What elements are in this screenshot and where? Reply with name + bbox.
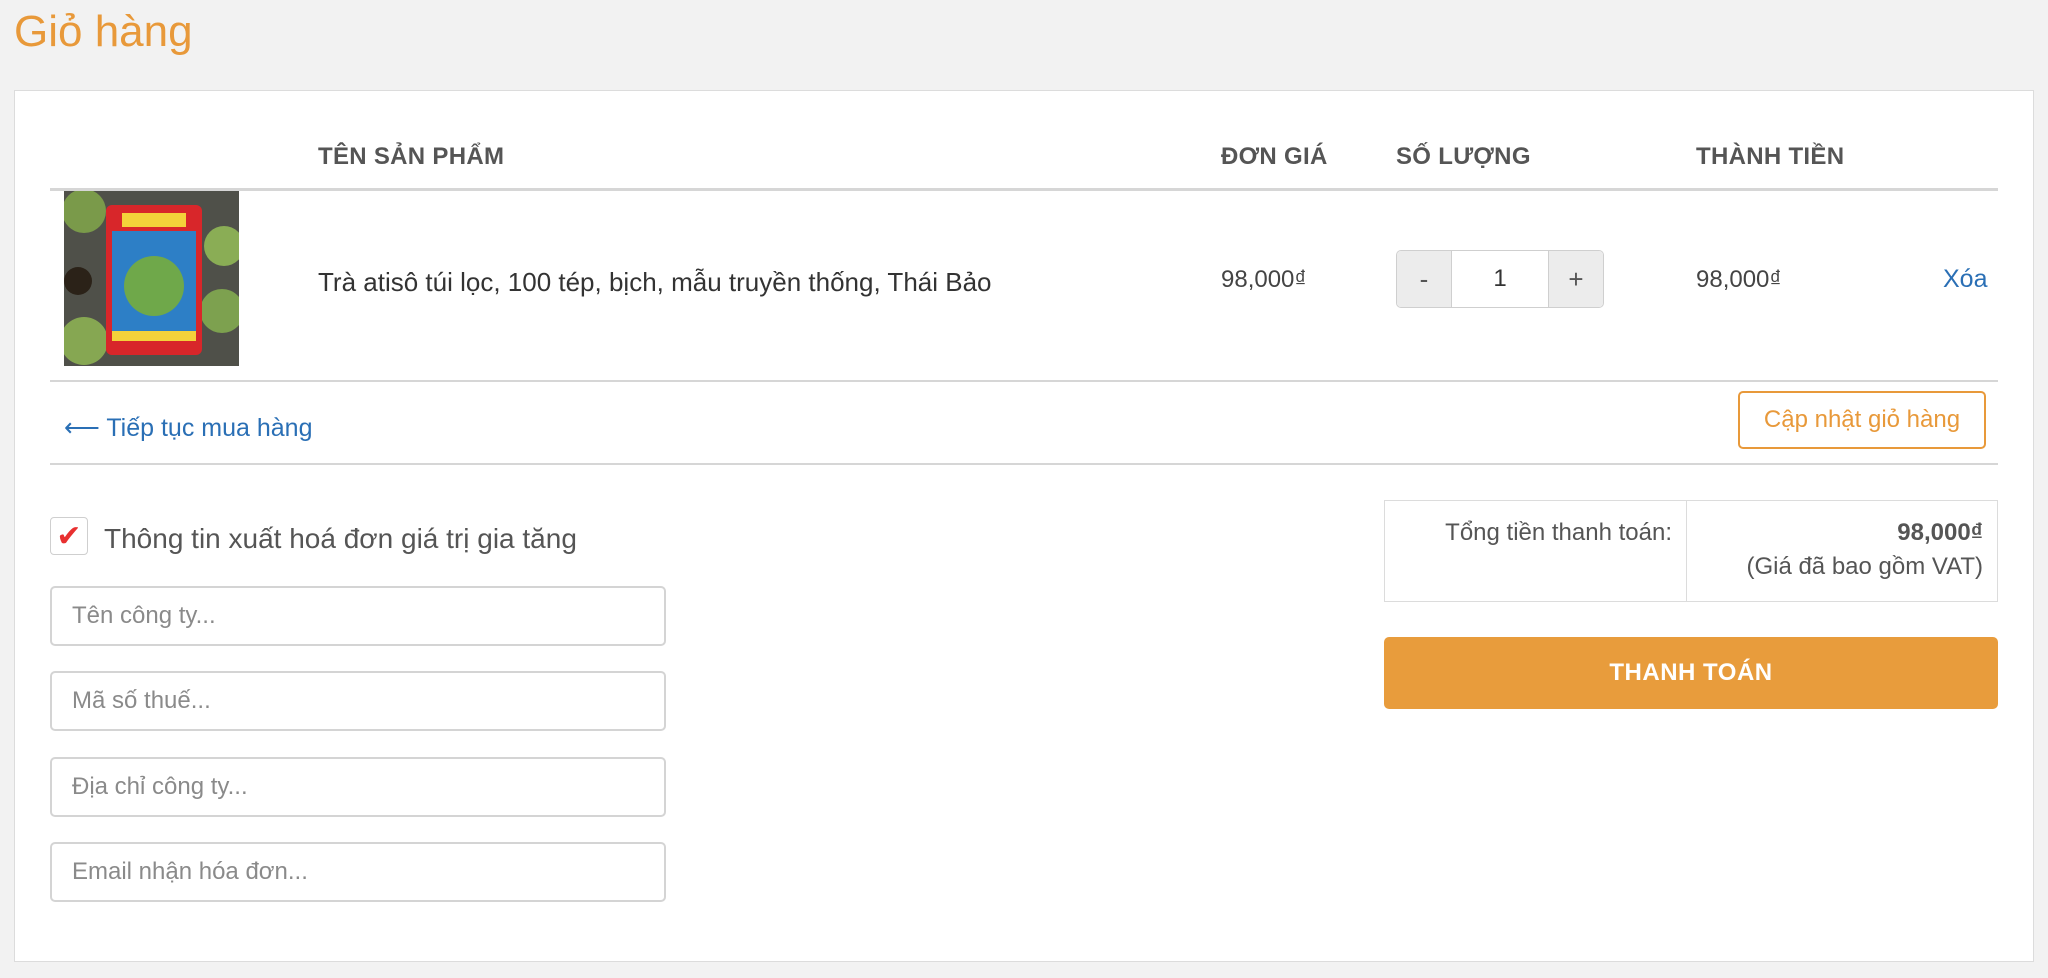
header-unit-price: ĐƠN GIÁ [1221, 143, 1328, 170]
quantity-input[interactable]: 1 [1452, 251, 1548, 307]
vat-invoice-label: Thông tin xuất hoá đơn giá trị gia tăng [104, 523, 577, 554]
company-address-input[interactable] [50, 757, 666, 817]
tax-code-input[interactable] [50, 671, 666, 731]
order-summary: Tổng tiền thanh toán: 98,000₫ (Giá đã ba… [1384, 500, 1998, 602]
total-amount: 98,000₫ [1897, 519, 1983, 546]
decrease-quantity-button[interactable]: - [1397, 251, 1452, 307]
row-subtotal: 98,000₫ [1696, 266, 1782, 293]
header-product: TÊN SẢN PHẨM [318, 143, 505, 170]
remove-item-link[interactable]: Xóa [1943, 265, 1987, 294]
header-subtotal: THÀNH TIỀN [1696, 143, 1845, 170]
company-name-input[interactable] [50, 586, 666, 646]
invoice-email-input[interactable] [50, 842, 666, 902]
update-cart-button[interactable]: Cập nhật giỏ hàng [1738, 391, 1986, 449]
page-title: Giỏ hàng [14, 7, 193, 56]
total-amount-cell: 98,000₫ (Giá đã bao gồm VAT) [1687, 501, 1997, 601]
continue-shopping-link[interactable]: ⟵ Tiếp tục mua hàng [64, 413, 312, 443]
checkmark-icon: ✔ [56, 519, 82, 553]
unit-price: 98,000₫ [1221, 266, 1307, 293]
product-image[interactable] [64, 191, 239, 366]
vat-invoice-checkbox[interactable]: ✔ [50, 517, 88, 555]
actions-divider [50, 463, 1998, 465]
checkout-button[interactable]: THANH TOÁN [1384, 637, 1998, 709]
row-divider [50, 380, 1998, 382]
quantity-stepper: - 1 + [1396, 250, 1604, 308]
header-divider [50, 188, 1998, 191]
increase-quantity-button[interactable]: + [1548, 251, 1603, 307]
header-quantity: SỐ LƯỢNG [1396, 143, 1531, 170]
vat-note: (Giá đã bao gồm VAT) [1746, 553, 1983, 580]
total-label: Tổng tiền thanh toán: [1385, 501, 1687, 601]
product-name[interactable]: Trà atisô túi lọc, 100 tép, bịch, mẫu tr… [318, 267, 992, 298]
